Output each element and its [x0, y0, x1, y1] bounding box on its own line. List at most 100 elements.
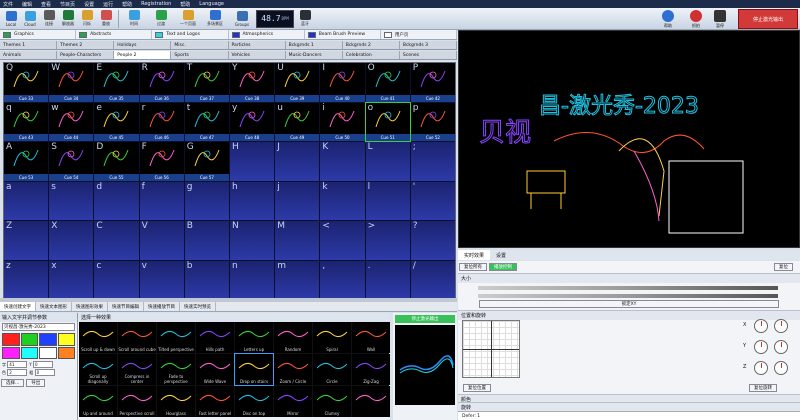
effect-tile[interactable]: Scroll up & down — [79, 322, 117, 353]
toolbar-button-5[interactable]: 重放 — [97, 9, 115, 29]
menu-item-7[interactable]: Registration — [141, 1, 171, 7]
reset-position-button[interactable]: 复位位置 — [463, 384, 491, 392]
category-1[interactable]: Abstracts — [76, 30, 153, 39]
weight-value[interactable]: 0 — [34, 369, 55, 376]
size-slider-y[interactable] — [478, 294, 778, 298]
effect-tile[interactable]: Spiral — [313, 322, 351, 353]
snapshot-button[interactable]: 抓拍 — [690, 10, 702, 29]
cue-cell[interactable]: Cue 34 W — [49, 63, 94, 102]
palette-color-1[interactable] — [20, 333, 38, 346]
palette-color-2[interactable] — [39, 333, 57, 346]
cue-cell[interactable]: / — [410, 260, 455, 299]
cue-cell[interactable]: K — [320, 142, 365, 181]
palette-color-7[interactable] — [57, 346, 75, 359]
section-size[interactable]: 大小 — [458, 273, 800, 283]
cue-cell[interactable]: Cue 53 A — [4, 142, 49, 181]
effect-tile[interactable]: Drop on stairs — [234, 353, 274, 386]
reset-all-button[interactable]: 复位所有 — [459, 263, 487, 271]
cue-cell[interactable]: Cue 57 G — [184, 142, 229, 181]
effect-tile[interactable]: Fade to perspective — [157, 354, 195, 385]
cue-cell[interactable]: ? — [410, 221, 455, 260]
cue-cell[interactable]: f — [139, 181, 184, 220]
effect-tile[interactable]: Fast letter panel — [196, 386, 234, 417]
right-tab-1[interactable]: 设置 — [490, 250, 512, 260]
cue-cell[interactable]: c — [94, 260, 139, 299]
cue-cell[interactable]: Cue 50 i — [320, 102, 365, 141]
effect-tile[interactable]: Hourglass — [157, 386, 195, 417]
cue-cell[interactable]: Cue 51 o — [364, 101, 411, 142]
cue-cell[interactable]: h — [230, 181, 275, 220]
play-transport-button[interactable]: 蓝牙 — [296, 9, 314, 29]
tab-tabs_row1-2[interactable]: Holidays — [114, 41, 172, 49]
menu-item-2[interactable]: 查看 — [41, 1, 51, 8]
cue-cell[interactable]: Cue 33 Q — [4, 63, 49, 102]
color-value[interactable]: 2 — [7, 369, 28, 376]
size-value[interactable]: 41 — [7, 361, 28, 368]
effect-tile[interactable]: Perspective scroll — [118, 386, 156, 417]
cue-cell[interactable]: Cue 56 F — [139, 142, 184, 181]
toolbar-mid-button-1[interactable]: 过渡 — [148, 9, 174, 29]
effect-tile[interactable]: Up and around — [79, 386, 117, 417]
rotation-knob-x-1[interactable] — [754, 319, 768, 333]
right-tab-0[interactable]: 实时效果 — [458, 250, 491, 260]
menu-item-1[interactable]: 编辑 — [22, 1, 32, 8]
category-5[interactable]: 用户页 — [381, 30, 458, 39]
menu-item-0[interactable]: 文件 — [3, 1, 13, 8]
category-0[interactable]: Graphics — [0, 30, 77, 39]
play-control-button[interactable]: 播放控制 — [489, 263, 517, 271]
cue-cell[interactable]: H — [230, 142, 275, 181]
bpm-display[interactable]: 48.7 BPM — [256, 9, 294, 28]
menu-item-5[interactable]: 运行 — [103, 1, 113, 8]
cue-cell[interactable]: J — [275, 142, 320, 181]
toolbar-mid-button-2[interactable]: 一个页面 — [175, 9, 201, 29]
cue-cell[interactable]: Cue 49 u — [275, 102, 320, 141]
tab-tabs_row2-2[interactable]: People 2 — [114, 51, 172, 59]
reset-button[interactable]: 复位 — [774, 263, 793, 271]
tab-tabs_row1-0[interactable]: Themes 1 — [0, 41, 58, 49]
tab-tabs_row1-6[interactable]: Bckgrnds 2 — [343, 41, 400, 49]
pause-button[interactable]: 暂停 — [714, 10, 726, 29]
toolbar-mid-button-4[interactable]: Groups — [229, 9, 255, 29]
cue-cell[interactable]: Cue 37 T — [184, 63, 229, 102]
effect-tile[interactable]: Mirror — [274, 386, 312, 417]
effect-tile[interactable]: Zoom / Circle — [274, 354, 312, 385]
bottom-tab-0[interactable]: 快速创建文字 — [0, 302, 36, 311]
cue-cell[interactable]: Z — [4, 221, 49, 260]
cue-cell[interactable]: n — [230, 260, 275, 299]
bottom-tab-5[interactable]: 快速实时预览 — [180, 302, 216, 311]
toolbar-button-0[interactable]: Local — [2, 9, 20, 29]
effect-tile[interactable]: Wall — [352, 322, 390, 353]
effect-tile[interactable]: Disc on top — [235, 386, 273, 417]
palette-color-6[interactable] — [39, 346, 57, 359]
effect-tile[interactable]: Random — [274, 322, 312, 353]
position-pad[interactable] — [462, 320, 520, 378]
tab-tabs_row1-5[interactable]: Bckgrnds 1 — [286, 41, 343, 49]
palette-color-0[interactable] — [2, 333, 20, 346]
cue-cell[interactable]: Cue 46 r — [139, 102, 184, 141]
cue-cell[interactable]: M — [275, 221, 320, 260]
rotation-knob-z-2[interactable] — [774, 361, 788, 375]
cue-cell[interactable]: < — [320, 221, 365, 260]
export-button[interactable]: 导出 — [26, 379, 46, 387]
menu-item-6[interactable]: 帮助 — [122, 1, 132, 8]
select-font-button[interactable]: 选择... — [1, 379, 25, 387]
cue-cell[interactable]: l — [365, 181, 410, 220]
tab-tabs_row1-1[interactable]: Themes 2 — [57, 41, 115, 49]
stop-laser-output-button[interactable]: 停止激光输出 — [738, 9, 798, 29]
section-position-rotation[interactable]: 位置和旋转 — [458, 310, 800, 320]
tab-tabs_row2-0[interactable]: Animals — [0, 51, 58, 59]
tab-tabs_row2-6[interactable]: Celebration — [343, 51, 400, 59]
menu-item-9[interactable]: Language — [199, 1, 224, 7]
rotation-knob-x-2[interactable] — [774, 319, 788, 333]
effect-tile[interactable]: Wide Wave — [196, 354, 234, 385]
y-value[interactable]: 0 — [33, 361, 54, 368]
cue-cell[interactable]: j — [275, 181, 320, 220]
cue-cell[interactable]: Cue 40 I — [320, 63, 365, 102]
bottom-tab-2[interactable]: 快速图形效果 — [72, 302, 108, 311]
effect-tile[interactable]: Scroll up diagonally — [79, 354, 117, 385]
toolbar-button-3[interactable]: 解放器 — [59, 9, 77, 29]
rotation-knob-y-1[interactable] — [754, 340, 768, 354]
tab-tabs_row2-1[interactable]: People-Characters — [57, 51, 115, 59]
category-4[interactable]: Beam Brush Preview — [305, 30, 381, 39]
cue-cell[interactable]: Cue 38 Y — [230, 63, 275, 102]
